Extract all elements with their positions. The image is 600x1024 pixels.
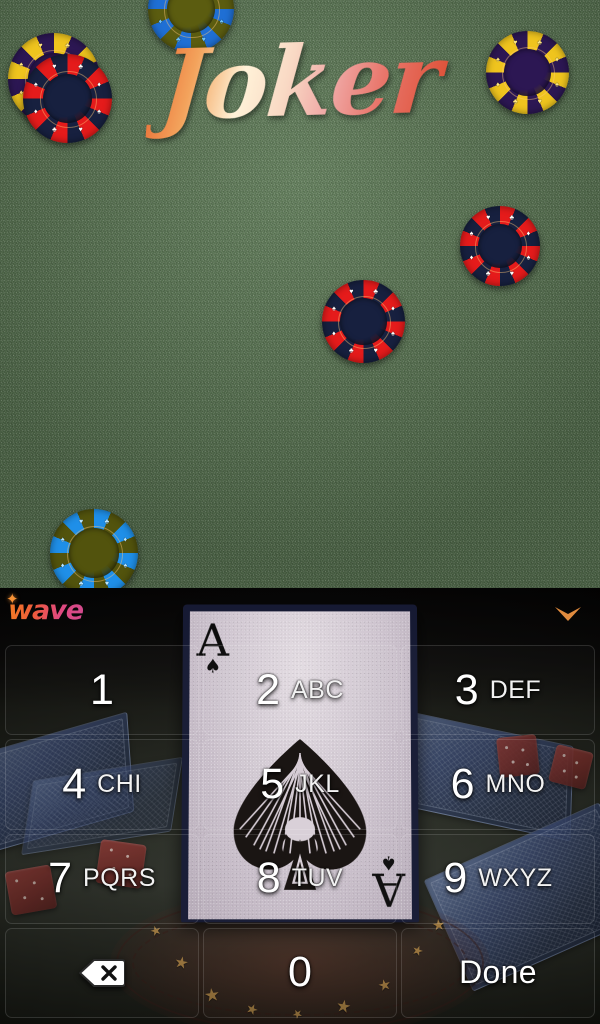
key-5[interactable]: 5 JKL bbox=[203, 739, 397, 830]
key-8[interactable]: 8 TUV bbox=[203, 833, 397, 924]
chip-suit-pip: ♦ bbox=[469, 254, 474, 262]
chip-suit-pip: ♣ bbox=[373, 288, 379, 296]
chip-top-right: ♠ ♥ ♣ ♦ ♠ ♥ ♣ ♦ bbox=[486, 31, 569, 114]
done-label: Done bbox=[459, 954, 537, 991]
chip-mid-center: ♠ ♥ ♣ ♦ ♠ ♥ ♣ ♦ bbox=[322, 280, 405, 363]
chip-suit-pip: ♦ bbox=[332, 330, 336, 338]
chip-suit-pip: ♠ bbox=[332, 305, 336, 313]
wave-brand-logo: wave bbox=[8, 595, 84, 626]
chip-face bbox=[504, 49, 551, 96]
collapse-keyboard-button[interactable] bbox=[546, 598, 590, 630]
key-letters: DEF bbox=[489, 675, 542, 704]
chip-suit-pip: ♥ bbox=[486, 214, 491, 222]
key-digit: 8 bbox=[256, 854, 281, 903]
chip-top-left-front: ♠ ♥ ♣ ♦ ♠ ♥ ♣ ♦ bbox=[23, 54, 112, 143]
keypad-grid: 1 2 ABC 3 DEF 4 CHI 5 JKL 6 MNO 7 PQRS 8 TUV 9 WXYZ 0 Done bbox=[0, 643, 600, 1024]
chevron-down-icon bbox=[555, 607, 581, 621]
key-digit: 2 bbox=[256, 665, 280, 714]
chip-suit-pip: ♥ bbox=[78, 518, 84, 526]
key-digit: 1 bbox=[90, 665, 114, 714]
key-letters: MNO bbox=[485, 769, 546, 798]
chip-suit-pip: ♣ bbox=[512, 98, 518, 106]
chip-suit-pip: ♣ bbox=[78, 63, 83, 71]
chip-suit-pip: ♦ bbox=[496, 81, 500, 89]
page-title: Joker bbox=[145, 18, 455, 146]
chip-suit-pip: ♠ bbox=[19, 61, 24, 69]
chip-suit-pip: ♣ bbox=[65, 42, 70, 50]
chip-suit-pip: ♣ bbox=[348, 347, 354, 355]
chip-suit-pip: ♥ bbox=[78, 126, 83, 134]
chip-suit-pip: ♥ bbox=[537, 98, 542, 106]
app-root: ♠ ♥ ♣ ♦ ♠ ♥ ♣ ♦ ♠ ♥ ♣ ♦ ♠ ♥ ♣ ♦ ♠ ♥ ♣ ♦ ♠ ♥ ♣ ♦ ♠ ♥ ♣ ♦ ♠ ♥ ♣ ♦ ♠ ♥ ♣ ♦ ♠ ♥ ♣ ♦… bbox=[0, 0, 600, 1024]
key-9[interactable]: 9 WXYZ bbox=[401, 833, 595, 924]
done-key[interactable]: Done bbox=[401, 927, 595, 1018]
chip-bottom-left: ♠ ♥ ♣ ♦ ♠ ♥ ♣ ♦ bbox=[50, 509, 138, 588]
chip-suit-pip: ♥ bbox=[509, 270, 514, 278]
key-digit: 0 bbox=[288, 948, 312, 997]
chip-suit-pip: ♥ bbox=[373, 347, 378, 355]
key-3[interactable]: 3 DEF bbox=[401, 645, 595, 736]
key-2[interactable]: 2 ABC bbox=[203, 645, 397, 736]
chip-suit-pip: ♥ bbox=[513, 39, 518, 47]
key-letters: PQRS bbox=[83, 864, 156, 893]
chip-suit-pip: ♥ bbox=[104, 580, 110, 588]
chip-suit-pip: ♠ bbox=[469, 230, 474, 238]
chip-suit-pip: ♥ bbox=[349, 288, 354, 296]
chip-suit-pip: ♥ bbox=[38, 42, 43, 50]
chip-suit-pip: ♠ bbox=[33, 81, 38, 89]
chip-suit-pip: ♠ bbox=[60, 536, 65, 544]
key-digit: 5 bbox=[260, 759, 285, 808]
chip-suit-pip: ♠ bbox=[526, 254, 531, 262]
chip-suit-pip: ♦ bbox=[391, 305, 395, 313]
game-table-area: ♠ ♥ ♣ ♦ ♠ ♥ ♣ ♦ ♠ ♥ ♣ ♦ ♠ ♥ ♣ ♦ ♠ ♥ ♣ ♦ ♠ ♥ ♣ ♦ ♠ ♥ ♣ ♦ ♠ ♥ ♣ ♦ ♠ ♥ ♣ ♦ ♠ ♥ ♣ ♦… bbox=[0, 0, 600, 588]
chip-suit-pip: ♠ bbox=[555, 81, 559, 89]
chip-suit-pip: ♠ bbox=[97, 108, 102, 116]
key-digit: 4 bbox=[62, 759, 87, 808]
chip-suit-pip: ♣ bbox=[509, 214, 515, 222]
keyboard-header: ✦ wave bbox=[0, 588, 600, 644]
key-letters: ABC bbox=[291, 675, 344, 704]
chip-suit-pip: ♦ bbox=[97, 81, 101, 89]
chip-suit-pip: ♦ bbox=[555, 56, 559, 64]
chip-suit-pip: ♠ bbox=[391, 330, 395, 338]
chip-suit-pip: ♣ bbox=[485, 270, 491, 278]
chip-face bbox=[340, 298, 387, 345]
key-digit: 9 bbox=[443, 854, 468, 903]
key-6[interactable]: 6 MNO bbox=[401, 739, 595, 830]
backspace-key[interactable] bbox=[5, 927, 199, 1018]
key-4[interactable]: 4 CHI bbox=[5, 739, 199, 830]
chip-suit-pip: ♦ bbox=[60, 562, 65, 570]
key-1[interactable]: 1 bbox=[5, 645, 199, 736]
key-digit: 7 bbox=[48, 854, 73, 903]
key-7[interactable]: 7 PQRS bbox=[5, 833, 199, 924]
key-digit: 3 bbox=[454, 665, 479, 714]
key-digit: 6 bbox=[450, 759, 475, 808]
chip-suit-pip: ♠ bbox=[123, 562, 128, 570]
key-letters: WXYZ bbox=[478, 864, 553, 893]
chip-suit-pip: ♦ bbox=[526, 230, 531, 238]
chip-suit-pip: ♣ bbox=[104, 518, 110, 526]
backspace-icon bbox=[79, 957, 125, 989]
key-letters: CHI bbox=[97, 769, 142, 798]
chip-mid-right: ♠ ♥ ♣ ♦ ♠ ♥ ♣ ♦ bbox=[460, 206, 540, 286]
chip-suit-pip: ♦ bbox=[158, 18, 163, 26]
key-letters: JKL bbox=[295, 769, 340, 798]
numeric-keyboard: ★ ★ ★ ★ ★ ★ ★ ★ ★ A ♠ A ♠ wave 1 2 ABC 3… bbox=[0, 588, 600, 1024]
chip-suit-pip: ♥ bbox=[52, 63, 57, 71]
chip-face bbox=[69, 528, 119, 578]
key-letters: TUV bbox=[291, 864, 344, 893]
chip-suit-pip: ♣ bbox=[537, 39, 543, 47]
key-0[interactable]: 0 bbox=[203, 927, 397, 1018]
chip-suit-pip: ♠ bbox=[496, 56, 500, 64]
chip-suit-pip: ♦ bbox=[123, 536, 128, 544]
chip-suit-pip: ♣ bbox=[78, 580, 84, 588]
chip-suit-pip: ♣ bbox=[52, 126, 57, 134]
chip-suit-pip: ♦ bbox=[34, 108, 38, 116]
